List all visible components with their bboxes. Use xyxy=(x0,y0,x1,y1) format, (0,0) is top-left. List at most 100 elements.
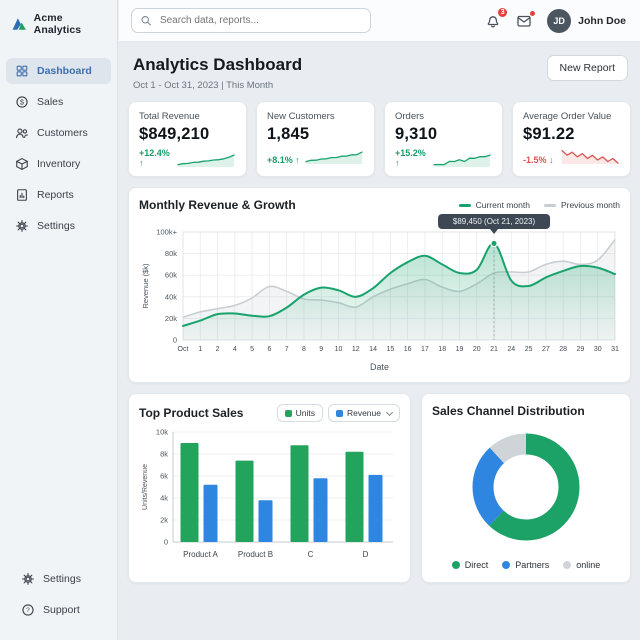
svg-text:31: 31 xyxy=(611,346,619,353)
svg-text:24: 24 xyxy=(507,346,515,353)
svg-text:1: 1 xyxy=(198,346,202,353)
channels-chart-card: Sales Channel Distribution Direct Partner… xyxy=(421,393,631,583)
revenue-bar[interactable] xyxy=(313,478,328,542)
legend-label: Direct xyxy=(464,560,489,570)
search-input[interactable] xyxy=(157,14,362,27)
svg-text:9: 9 xyxy=(319,346,323,353)
units-bar[interactable] xyxy=(180,443,199,542)
svg-text:$: $ xyxy=(20,99,24,106)
units-bar[interactable] xyxy=(290,445,309,542)
stat-card: Total Revenue $849,210 +12.4% ↑ xyxy=(128,101,247,177)
customers-icon xyxy=(16,128,28,139)
inventory-icon xyxy=(16,158,28,170)
svg-text:17: 17 xyxy=(421,346,429,353)
revenue-chart-legend: Current month Previous month xyxy=(458,200,620,210)
app-name: Acme Analytics xyxy=(33,12,82,36)
page-title: Analytics Dashboard xyxy=(133,55,303,74)
sidebar-item-label: Dashboard xyxy=(37,65,92,77)
revenue-bar[interactable] xyxy=(258,500,273,542)
sidebar-item-settings[interactable]: Settings xyxy=(6,213,111,239)
svg-text:100k+: 100k+ xyxy=(156,228,177,237)
channels-chart-title: Sales Channel Distribution xyxy=(432,404,585,418)
sidebar-item-sales[interactable]: $ Sales xyxy=(6,89,111,115)
settings-icon xyxy=(22,573,34,585)
svg-text:8: 8 xyxy=(302,346,306,353)
bar-group-product-b xyxy=(235,460,273,542)
svg-text:21: 21 xyxy=(490,346,498,353)
notifications-button[interactable]: 3 xyxy=(485,6,509,29)
legend-label: Revenue xyxy=(346,408,381,418)
stat-label: Average Order Value xyxy=(523,111,612,122)
svg-text:29: 29 xyxy=(577,346,585,353)
sidebar-item-dashboard[interactable]: Dashboard xyxy=(6,58,111,84)
svg-text:60k: 60k xyxy=(165,271,177,280)
products-bar-chart: 0 2k 4k 6k 8k 10k Units/Revenue Product A Produc… xyxy=(142,428,393,559)
svg-text:20k: 20k xyxy=(165,314,177,323)
legend-item-current-month[interactable]: Current month xyxy=(458,200,530,210)
legend-pill-revenue[interactable]: Revenue xyxy=(327,404,400,422)
svg-text:27: 27 xyxy=(542,346,550,353)
svg-text:C: C xyxy=(308,550,314,559)
legend-item-direct: Direct xyxy=(451,560,489,570)
units-bar[interactable] xyxy=(235,460,254,542)
sidebar-item-label: Sales xyxy=(37,96,64,108)
sidebar-item-customers[interactable]: Customers xyxy=(6,120,111,146)
sidebar-item-label: Customers xyxy=(37,127,88,139)
messages-button[interactable] xyxy=(516,9,537,29)
bar-group-d xyxy=(345,451,383,542)
svg-text:19: 19 xyxy=(456,346,464,353)
svg-text:15: 15 xyxy=(386,346,394,353)
channels-donut-chart xyxy=(472,433,580,541)
stat-change: -1.5% ↓ xyxy=(523,155,554,165)
stat-label: Total Revenue xyxy=(139,111,200,122)
legend-swatch xyxy=(335,409,343,417)
legend-item-previous-month[interactable]: Previous month xyxy=(543,200,620,210)
stat-sparkline xyxy=(433,154,492,167)
sidebar-item-reports[interactable]: Reports xyxy=(6,182,111,208)
channels-chart-legend: Direct Partners online xyxy=(432,560,620,572)
logo-icon xyxy=(12,18,26,30)
revenue-chart-card: Monthly Revenue & Growth Current month Pr… xyxy=(128,187,631,383)
sidebar-item-inventory[interactable]: Inventory xyxy=(6,151,111,177)
revenue-bar[interactable] xyxy=(368,474,383,542)
stat-card: New Customers 1,845 +8.1% ↑ xyxy=(256,101,375,177)
units-bar[interactable] xyxy=(345,451,364,542)
revenue-bar[interactable] xyxy=(203,484,218,542)
svg-text:25: 25 xyxy=(525,346,533,353)
svg-text:16: 16 xyxy=(404,346,412,353)
legend-label: Current month xyxy=(475,200,530,210)
legend-swatch xyxy=(543,203,556,207)
stat-sparkline xyxy=(305,151,363,164)
svg-text:40k: 40k xyxy=(165,292,177,301)
stat-change: +8.1% ↑ xyxy=(267,155,300,165)
svg-text:Units/Revenue: Units/Revenue xyxy=(142,464,149,510)
legend-pill-units[interactable]: Units xyxy=(276,404,323,422)
new-report-button[interactable]: New Report xyxy=(546,55,628,81)
svg-text:0: 0 xyxy=(164,538,168,547)
highlighted-point[interactable] xyxy=(490,239,498,248)
svg-text:7: 7 xyxy=(285,346,289,353)
svg-text:6: 6 xyxy=(267,346,271,353)
date-range: Oct 1 - Oct 31, 2023 | This Month xyxy=(133,80,274,91)
svg-text:Revenue ($k): Revenue ($k) xyxy=(141,263,150,309)
sidebar-item-settings[interactable]: Settings xyxy=(12,566,105,592)
user-name: John Doe xyxy=(578,14,626,27)
stat-sparkline xyxy=(177,154,236,167)
svg-text:28: 28 xyxy=(559,346,567,353)
svg-text:10k: 10k xyxy=(156,428,168,437)
sidebar-item-support[interactable]: ? Support xyxy=(12,597,105,623)
legend-swatch xyxy=(284,409,292,417)
main-content: Analytics Dashboard Oct 1 - Oct 31, 2023… xyxy=(119,42,640,640)
sidebar-nav: Dashboard $ Sales Customers Inventory Reports… xyxy=(0,46,117,239)
legend-swatch xyxy=(563,561,572,569)
search-box[interactable] xyxy=(131,8,371,33)
svg-text:Product B: Product B xyxy=(238,550,273,559)
stat-label: Orders xyxy=(395,111,425,122)
svg-text:10: 10 xyxy=(335,346,343,353)
sidebar-item-label: Support xyxy=(43,604,80,616)
stats-row: Total Revenue $849,210 +12.4% ↑ New Custome… xyxy=(128,101,631,177)
svg-text:5: 5 xyxy=(250,346,254,353)
user-menu[interactable]: JD John Doe xyxy=(547,8,626,33)
sales-icon: $ xyxy=(16,96,28,108)
search-icon xyxy=(141,16,151,26)
